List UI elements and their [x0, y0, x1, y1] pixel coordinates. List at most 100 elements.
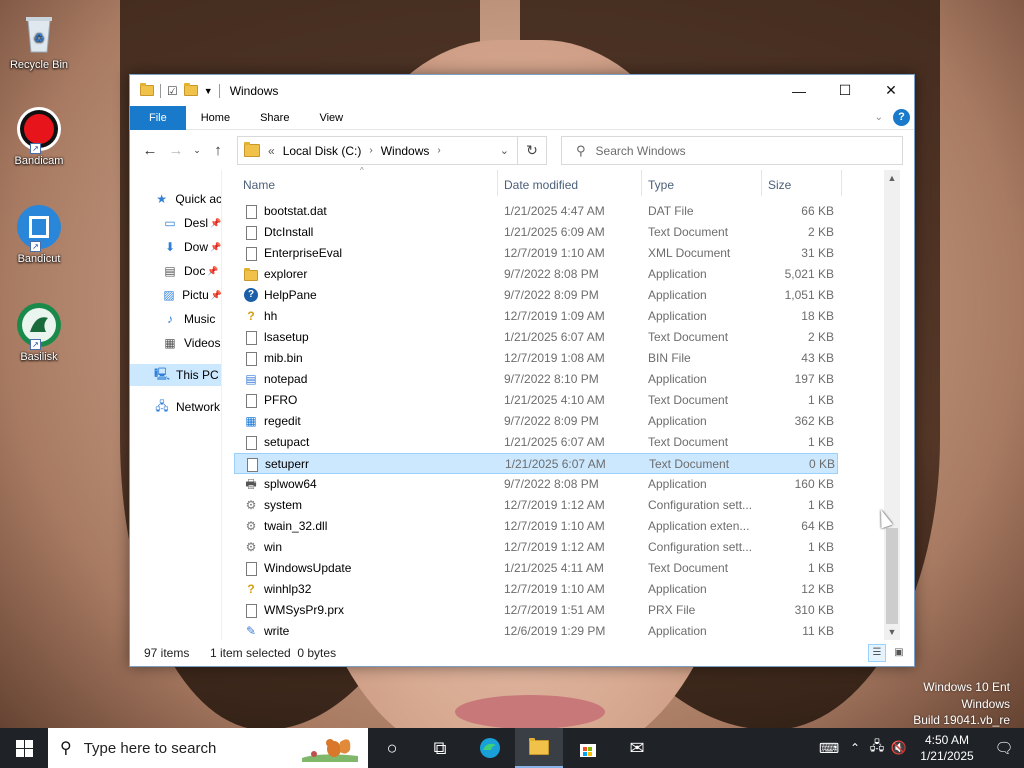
- file-row[interactable]: setupact 1/21/2025 6:07 AM Text Document 1 …: [238, 432, 838, 453]
- nav-item-desktop[interactable]: ▭ Desl 📌: [130, 212, 221, 234]
- chevron-right-icon[interactable]: ›: [437, 145, 440, 156]
- task-view-cortana-icon[interactable]: ○: [368, 728, 416, 768]
- file-row[interactable]: ? winhlp32 12/7/2019 1:10 AM Application 12 …: [238, 579, 838, 600]
- address-overflow[interactable]: «: [268, 144, 275, 158]
- customize-quick-access-icon[interactable]: ▼: [204, 86, 213, 96]
- file-row[interactable]: WMSysPr9.prx 12/7/2019 1:51 AM PRX File 310…: [238, 600, 838, 621]
- recent-locations-chevron-icon[interactable]: ⌄: [189, 145, 205, 156]
- address-segment-windows[interactable]: Windows: [381, 144, 430, 158]
- printer-icon: 🖶: [245, 477, 257, 491]
- file-explorer-taskbar-icon[interactable]: [515, 728, 563, 768]
- maximize-button[interactable]: ☐: [822, 75, 868, 106]
- column-header-size[interactable]: Size: [768, 174, 791, 196]
- clock[interactable]: 4:50 AM 1/21/2025: [910, 732, 984, 764]
- file-row[interactable]: lsasetup 1/21/2025 6:07 AM Text Document 2 …: [238, 327, 838, 348]
- nav-item-network[interactable]: 🖧 Network: [130, 396, 221, 418]
- network-status-icon[interactable]: 🖧: [866, 737, 888, 759]
- file-row[interactable]: ? HelpPane 9/7/2022 8:09 PM Application 1,05…: [238, 285, 838, 306]
- edge-browser-icon[interactable]: [466, 728, 514, 768]
- navigation-pane[interactable]: ★ Quick ac ▭ Desl 📌 ⬇ Dow 📌 ▤ Doc 📌 ▨ Pictu 📌 ♪ Mu…: [130, 170, 222, 640]
- file-row[interactable]: mib.bin 12/7/2019 1:08 AM BIN File 43 KB: [238, 348, 838, 369]
- file-row[interactable]: ▤ notepad 9/7/2022 8:10 PM Application 197 K…: [238, 369, 838, 390]
- column-divider[interactable]: [497, 170, 498, 196]
- file-row[interactable]: explorer 9/7/2022 8:08 PM Application 5,021…: [238, 264, 838, 285]
- column-header-name[interactable]: Name: [243, 174, 275, 196]
- search-input[interactable]: ⚲ Search Windows: [561, 136, 903, 165]
- bandicam-icon: ↗: [16, 106, 62, 154]
- file-type: Application: [648, 582, 707, 596]
- address-bar[interactable]: « Local Disk (C:) › Windows › ⌄: [237, 136, 518, 165]
- microsoft-store-icon[interactable]: [564, 728, 612, 768]
- minimize-button[interactable]: —: [776, 75, 822, 106]
- file-type: Text Document: [649, 457, 730, 471]
- input-indicator-icon[interactable]: ⌨: [814, 740, 844, 757]
- desktop-icon-bandicam[interactable]: ↗ Bandicam: [0, 106, 78, 167]
- help-icon[interactable]: ?: [893, 109, 910, 126]
- scroll-down-arrow-icon[interactable]: ▼: [884, 624, 900, 640]
- file-row[interactable]: EnterpriseEval 12/7/2019 1:10 AM XML Docum…: [238, 243, 838, 264]
- desktop-icon-basilisk[interactable]: ↗ Basilisk: [0, 302, 78, 363]
- nav-item-quick-access[interactable]: ★ Quick ac: [130, 188, 221, 210]
- volume-muted-icon[interactable]: 🔇: [888, 740, 910, 756]
- file-date: 1/21/2025 6:07 AM: [505, 457, 606, 471]
- column-divider[interactable]: [641, 170, 642, 196]
- file-row[interactable]: 🖶 splwow64 9/7/2022 8:08 PM Application 160 …: [238, 474, 838, 495]
- tab-view[interactable]: View: [304, 106, 358, 130]
- file-row[interactable]: ⚙ twain_32.dll 12/7/2019 1:10 AM Applicatio…: [238, 516, 838, 537]
- back-arrow-icon[interactable]: ←: [137, 142, 163, 159]
- file-row-selected[interactable]: setuperr 1/21/2025 6:07 AM Text Document 0 …: [234, 453, 838, 474]
- file-row[interactable]: ⚙ system 12/7/2019 1:12 AM Configuration se…: [238, 495, 838, 516]
- nav-item-downloads[interactable]: ⬇ Dow 📌: [130, 236, 221, 258]
- column-header-date[interactable]: Date modified: [504, 174, 578, 196]
- file-row[interactable]: PFRO 1/21/2025 4:10 AM Text Document 1 KB: [238, 390, 838, 411]
- file-row[interactable]: ✎ write 12/6/2019 1:29 PM Application 11 KB: [238, 621, 838, 642]
- tab-file[interactable]: File: [130, 105, 186, 130]
- up-arrow-icon[interactable]: ↑: [205, 142, 231, 159]
- file-row[interactable]: ? hh 12/7/2019 1:09 AM Application 18 KB: [238, 306, 838, 327]
- details-view-icon[interactable]: ☰: [868, 644, 886, 662]
- file-row[interactable]: ▦ regedit 9/7/2022 8:09 PM Application 362 K…: [238, 411, 838, 432]
- file-explorer-window[interactable]: ☑ ▼ Windows — ☐ ✕ File Home Share View ⌄…: [129, 74, 915, 667]
- file-list[interactable]: ^ Name Date modified Type Size bootstat.…: [234, 166, 900, 642]
- nav-item-label: Doc: [184, 264, 206, 278]
- close-button[interactable]: ✕: [868, 75, 914, 106]
- file-row[interactable]: WindowsUpdate 1/21/2025 4:11 AM Text Docum…: [238, 558, 838, 579]
- vertical-scrollbar[interactable]: ▲ ▼: [884, 170, 900, 640]
- column-divider[interactable]: [761, 170, 762, 196]
- nav-item-this-pc[interactable]: 🖳 This PC: [130, 364, 221, 386]
- file-type: Application: [648, 372, 707, 386]
- large-icons-view-icon[interactable]: ▣: [890, 644, 908, 662]
- task-view-icon[interactable]: ⧉: [416, 728, 464, 768]
- mail-icon[interactable]: ✉: [613, 728, 661, 768]
- tab-home[interactable]: Home: [186, 106, 245, 130]
- nav-item-pictures[interactable]: ▨ Pictu 📌: [130, 284, 221, 306]
- desktop-icon-bandicut[interactable]: ↗ Bandicut: [0, 204, 78, 265]
- start-button[interactable]: [0, 728, 48, 768]
- file-row[interactable]: ⚙ win 12/7/2019 1:12 AM Configuration sett.…: [238, 537, 838, 558]
- desktop-icon-recycle-bin[interactable]: ♻ Recycle Bin: [0, 10, 78, 71]
- file-name: DtcInstall: [264, 225, 314, 239]
- file-row[interactable]: DtcInstall 1/21/2025 6:09 AM Text Document…: [238, 222, 838, 243]
- column-header-type[interactable]: Type: [648, 174, 674, 196]
- show-hidden-icons-chevron-icon[interactable]: ⌃: [844, 741, 866, 755]
- new-folder-icon[interactable]: [183, 83, 198, 96]
- nav-item-music[interactable]: ♪ Music: [130, 308, 221, 330]
- nav-item-documents[interactable]: ▤ Doc 📌: [130, 260, 221, 282]
- tab-share[interactable]: Share: [245, 106, 304, 130]
- expand-ribbon-chevron-icon[interactable]: ⌄: [875, 112, 883, 123]
- nav-item-label: Music: [184, 312, 216, 326]
- notifications-icon[interactable]: 🗨: [984, 739, 1024, 757]
- nav-item-videos[interactable]: ▦ Videos: [130, 332, 221, 354]
- address-segment-local-disk[interactable]: Local Disk (C:): [283, 144, 362, 158]
- scrollbar-thumb[interactable]: [886, 528, 898, 624]
- file-row[interactable]: bootstat.dat 1/21/2025 4:47 AM DAT File 66 …: [238, 201, 838, 222]
- title-bar[interactable]: ☑ ▼ Windows — ☐ ✕: [130, 75, 914, 106]
- address-dropdown-icon[interactable]: ⌄: [500, 144, 509, 157]
- column-divider[interactable]: [841, 170, 842, 196]
- chevron-right-icon[interactable]: ›: [369, 145, 372, 156]
- properties-icon[interactable]: ☑: [167, 84, 178, 98]
- scroll-up-arrow-icon[interactable]: ▲: [884, 170, 900, 186]
- refresh-button[interactable]: ↻: [518, 136, 547, 165]
- taskbar-search-box[interactable]: ⚲ Type here to search: [48, 728, 368, 768]
- forward-arrow-icon[interactable]: →: [163, 142, 189, 159]
